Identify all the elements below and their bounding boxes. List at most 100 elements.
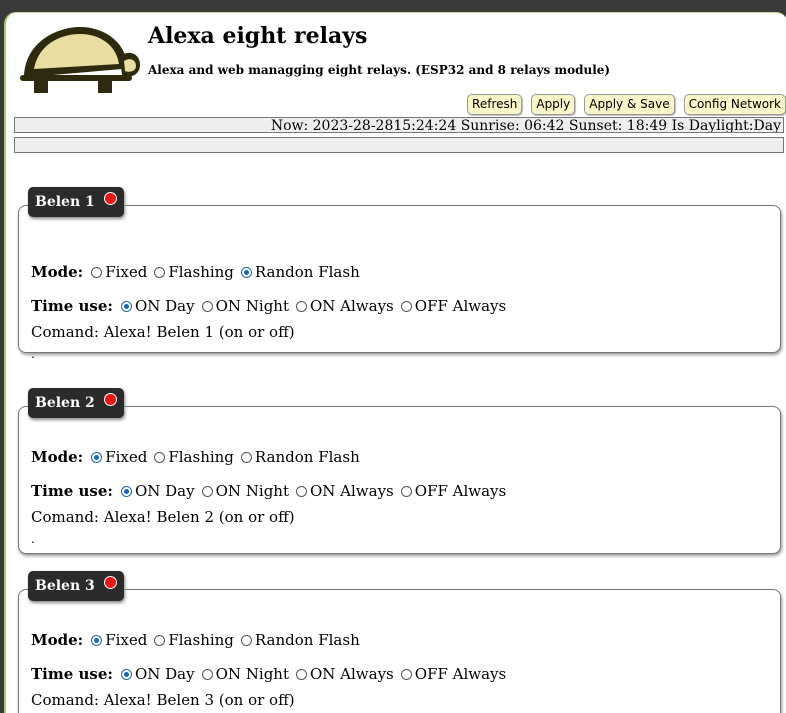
time-option-3[interactable]: OFF Always [400,482,506,500]
mode-label: Mode: [31,448,84,466]
relay-panel: Belen 1 Mode: Fixed Flashing Randon Flash Tim… [16,187,783,361]
time-radio[interactable] [201,485,213,497]
time-radio[interactable] [400,485,412,497]
time-option-label: ON Day [134,665,195,683]
time-radio[interactable] [400,300,412,312]
mode-option-label: Fixed [105,631,148,649]
mode-radio[interactable] [154,634,166,646]
time-option-label: ON Always [309,665,394,683]
mode-option-0[interactable]: Fixed [91,448,147,466]
mode-option-0[interactable]: Fixed [91,263,147,281]
mode-label: Mode: [31,263,84,281]
time-option-0[interactable]: ON Day [120,482,195,500]
relay-name: Belen 2 [35,395,95,411]
time-use-row: Time use: ON Day ON Night ON Always OFF Alwa… [31,665,513,683]
comand-text: Comand: Alexa! Belen 1 (on or off) [31,323,295,341]
mode-radio[interactable] [154,451,166,463]
mode-option-2[interactable]: Randon Flash [240,263,360,281]
time-option-label: ON Night [215,665,289,683]
mode-radio[interactable] [240,634,252,646]
config-network-button[interactable]: Config Network [683,94,786,115]
mode-radio[interactable] [154,266,166,278]
apply-save-button[interactable]: Apply & Save [584,94,675,115]
refresh-button[interactable]: Refresh [467,94,523,115]
mode-option-1[interactable]: Flashing [154,448,234,466]
time-option-2[interactable]: ON Always [295,297,394,315]
time-radio[interactable] [201,300,213,312]
secondary-status-bar [14,137,784,153]
mode-row: Mode: Fixed Flashing Randon Flash [31,263,367,281]
mode-label: Mode: [31,631,84,649]
time-radio[interactable] [201,668,213,680]
mode-option-1[interactable]: Flashing [154,263,234,281]
mode-option-label: Fixed [105,448,148,466]
mode-row: Mode: Fixed Flashing Randon Flash [31,448,367,466]
time-radio[interactable] [120,485,132,497]
mode-radio[interactable] [240,451,252,463]
mode-radio[interactable] [240,266,252,278]
apply-button[interactable]: Apply [531,94,576,115]
time-radio[interactable] [295,668,307,680]
relay-note: . [31,532,35,546]
relay-header: Belen 1 [28,187,124,217]
mode-option-label: Flashing [168,631,234,649]
time-radio[interactable] [295,300,307,312]
time-option-3[interactable]: OFF Always [400,297,507,315]
comand-text: Comand: Alexa! Belen 3 (on or off) [31,691,295,709]
relay-body: Mode: Fixed Flashing Randon Flash Time use: O… [18,589,781,713]
relay-name: Belen 3 [35,578,95,594]
time-use-label: Time use: [31,297,113,315]
time-option-label: ON Day [134,482,195,500]
time-use-label: Time use: [31,482,113,500]
comand-text: Comand: Alexa! Belen 2 (on or off) [31,508,295,526]
time-radio[interactable] [295,485,307,497]
time-option-0[interactable]: ON Day [120,297,195,315]
time-radio[interactable] [120,300,132,312]
time-option-2[interactable]: ON Always [295,482,394,500]
relay-body: Mode: Fixed Flashing Randon Flash Time use: O… [18,406,781,554]
mode-option-0[interactable]: Fixed [91,631,147,649]
turtle-icon [20,27,140,93]
time-option-2[interactable]: ON Always [295,665,394,683]
relay-body: Mode: Fixed Flashing Randon Flash Time use: O… [18,205,781,361]
mode-option-label: Randon Flash [254,263,360,281]
relay-panel: Belen 3 Mode: Fixed Flashing Randon Flash Tim… [16,571,783,713]
status-led-icon [104,192,117,205]
mode-option-1[interactable]: Flashing [154,631,234,649]
page-title: Alexa eight relays [148,23,368,49]
time-option-1[interactable]: ON Night [201,482,289,500]
time-use-label: Time use: [31,665,113,683]
relay-header: Belen 2 [28,388,124,418]
time-option-1[interactable]: ON Night [201,665,289,683]
mode-radio[interactable] [91,266,103,278]
time-option-1[interactable]: ON Night [201,297,289,315]
time-option-label: ON Always [309,297,394,315]
mode-option-label: Fixed [105,263,148,281]
mode-option-label: Randon Flash [254,631,360,649]
time-option-3[interactable]: OFF Always [400,665,507,683]
mode-option-2[interactable]: Randon Flash [240,448,360,466]
page-subtitle: Alexa and web managging eight relays. (E… [148,63,611,77]
time-use-row: Time use: ON Day ON Night ON Always OFF Alwa… [31,482,513,500]
mode-option-label: Randon Flash [254,448,360,466]
time-radio[interactable] [400,668,412,680]
status-led-icon [104,393,117,406]
time-option-label: ON Night [215,482,289,500]
status-bar: Now: 2023-28-2815:24:24 Sunrise: 06:42 S… [14,117,784,133]
relay-note: . [31,347,35,361]
mode-option-2[interactable]: Randon Flash [240,631,360,649]
time-radio[interactable] [120,668,132,680]
time-option-0[interactable]: ON Day [120,665,195,683]
status-led-icon [104,576,117,589]
time-option-label: ON Day [134,297,195,315]
app-page: Alexa eight relays Alexa and web managgi… [4,12,786,713]
time-option-label: OFF Always [414,297,507,315]
time-option-label: ON Night [215,297,289,315]
mode-radio[interactable] [91,634,103,646]
time-option-label: OFF Always [414,665,507,683]
relay-header: Belen 3 [28,571,124,601]
mode-radio[interactable] [91,451,103,463]
time-option-label: ON Always [309,482,394,500]
time-use-row: Time use: ON Day ON Night ON Always OFF Alwa… [31,297,513,315]
mode-row: Mode: Fixed Flashing Randon Flash [31,631,367,649]
